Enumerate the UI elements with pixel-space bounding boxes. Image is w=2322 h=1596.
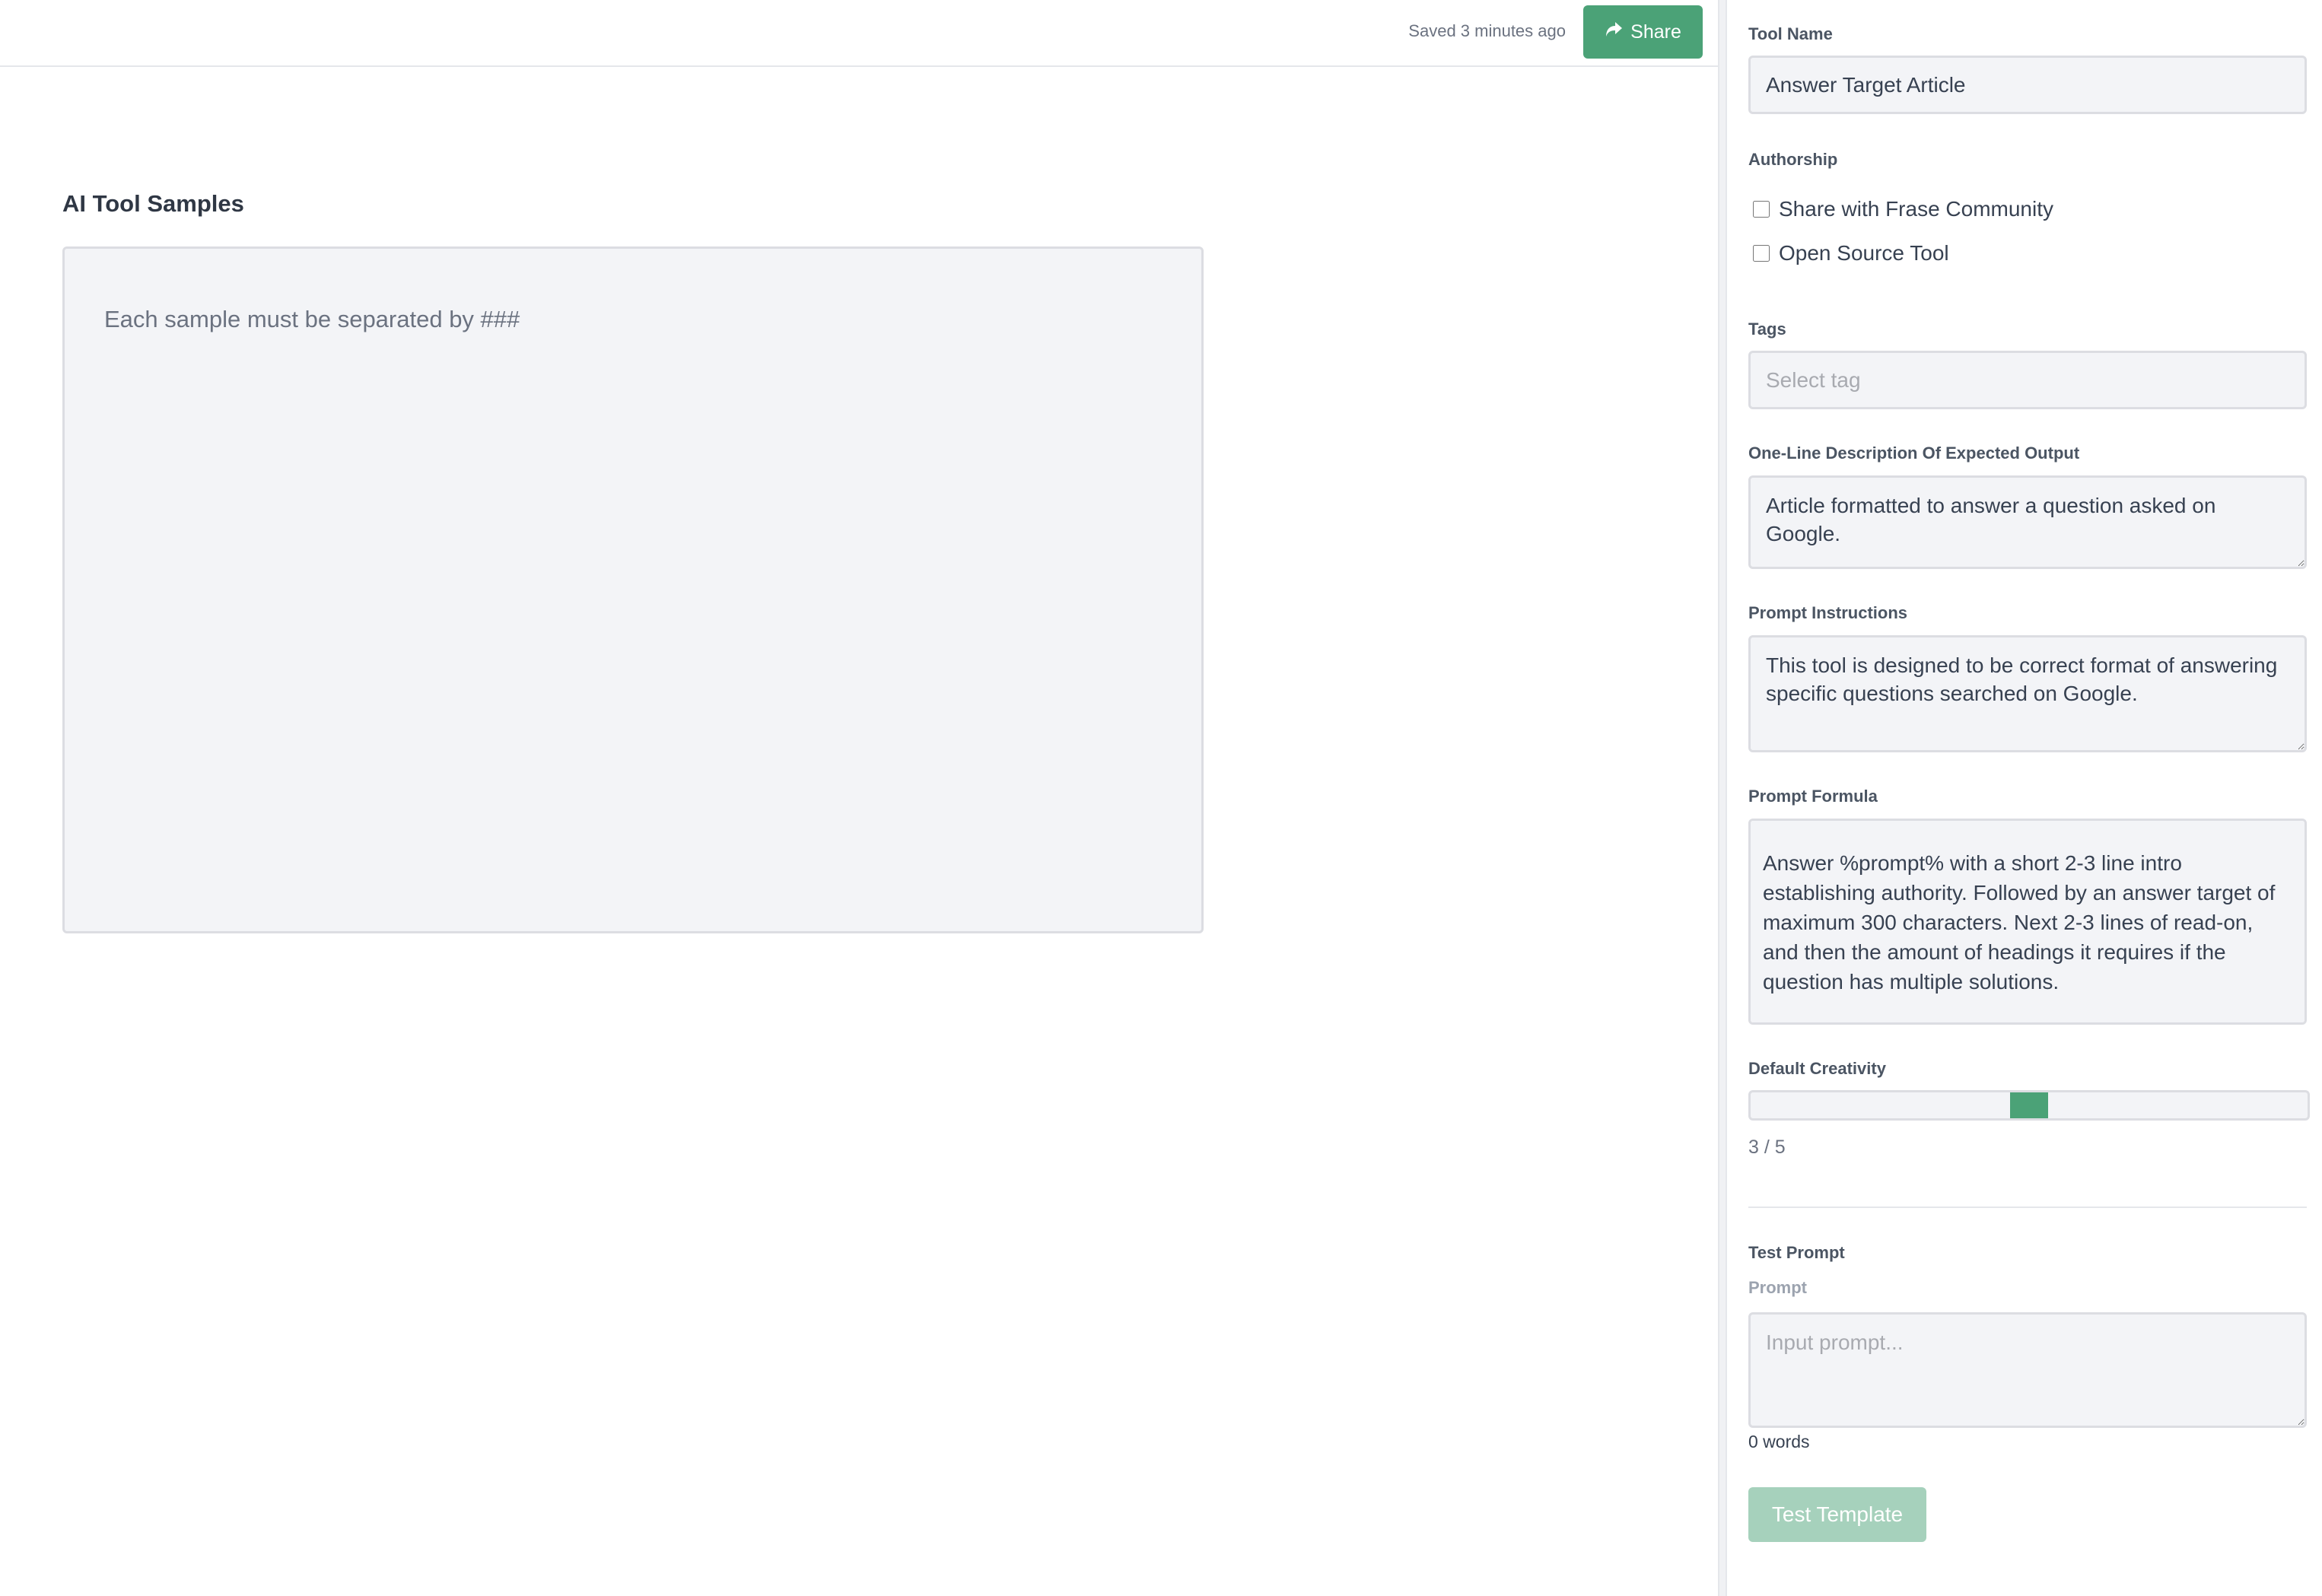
test-template-button[interactable]: Test Template <box>1748 1487 1926 1542</box>
creativity-slider-thumb[interactable] <box>2010 1092 2048 1118</box>
section-divider <box>1748 1207 2307 1208</box>
samples-title: AI Tool Samples <box>62 190 244 217</box>
creativity-value: 3 / 5 <box>1748 1137 1786 1158</box>
share-community-checkbox[interactable] <box>1753 201 1770 218</box>
test-prompt-label: Test Prompt <box>1748 1243 1845 1262</box>
prompt-label: Prompt <box>1748 1278 1807 1297</box>
share-community-option[interactable]: Share with Frase Community <box>1753 197 2053 221</box>
share-community-label: Share with Frase Community <box>1779 197 2054 221</box>
tags-label: Tags <box>1748 320 1786 339</box>
open-source-label: Open Source Tool <box>1779 241 1949 265</box>
word-count: 0 words <box>1748 1432 1810 1451</box>
open-source-checkbox[interactable] <box>1753 245 1770 262</box>
tool-name-label: Tool Name <box>1748 24 1833 43</box>
open-source-option[interactable]: Open Source Tool <box>1753 241 1949 265</box>
instructions-label: Prompt Instructions <box>1748 603 1908 622</box>
top-bar: Saved 3 minutes ago Share <box>0 0 1718 67</box>
share-button[interactable]: Share <box>1583 5 1703 59</box>
description-textarea[interactable]: Article formatted to answer a question a… <box>1748 475 2307 569</box>
main-area: Saved 3 minutes ago Share AI Tool Sample… <box>0 0 1718 1596</box>
formula-label: Prompt Formula <box>1748 787 1878 806</box>
formula-textarea[interactable]: Answer %prompt% with a short 2-3 line in… <box>1748 819 2307 1025</box>
settings-panel: Tool Name Authorship Share with Frase Co… <box>1727 0 2322 1596</box>
samples-textarea[interactable] <box>62 246 1204 933</box>
panel-divider[interactable] <box>1718 0 1727 1596</box>
share-button-label: Share <box>1630 21 1681 43</box>
prompt-textarea[interactable] <box>1748 1312 2307 1428</box>
share-arrow-icon <box>1605 21 1623 43</box>
authorship-label: Authorship <box>1748 150 1838 169</box>
creativity-slider[interactable] <box>1748 1090 2310 1121</box>
tool-name-input[interactable] <box>1748 56 2307 114</box>
description-label: One-Line Description Of Expected Output <box>1748 444 2080 463</box>
instructions-textarea[interactable]: This tool is designed to be correct form… <box>1748 635 2307 752</box>
creativity-label: Default Creativity <box>1748 1059 1886 1078</box>
tags-select[interactable] <box>1748 351 2307 409</box>
save-status: Saved 3 minutes ago <box>1408 21 1566 40</box>
